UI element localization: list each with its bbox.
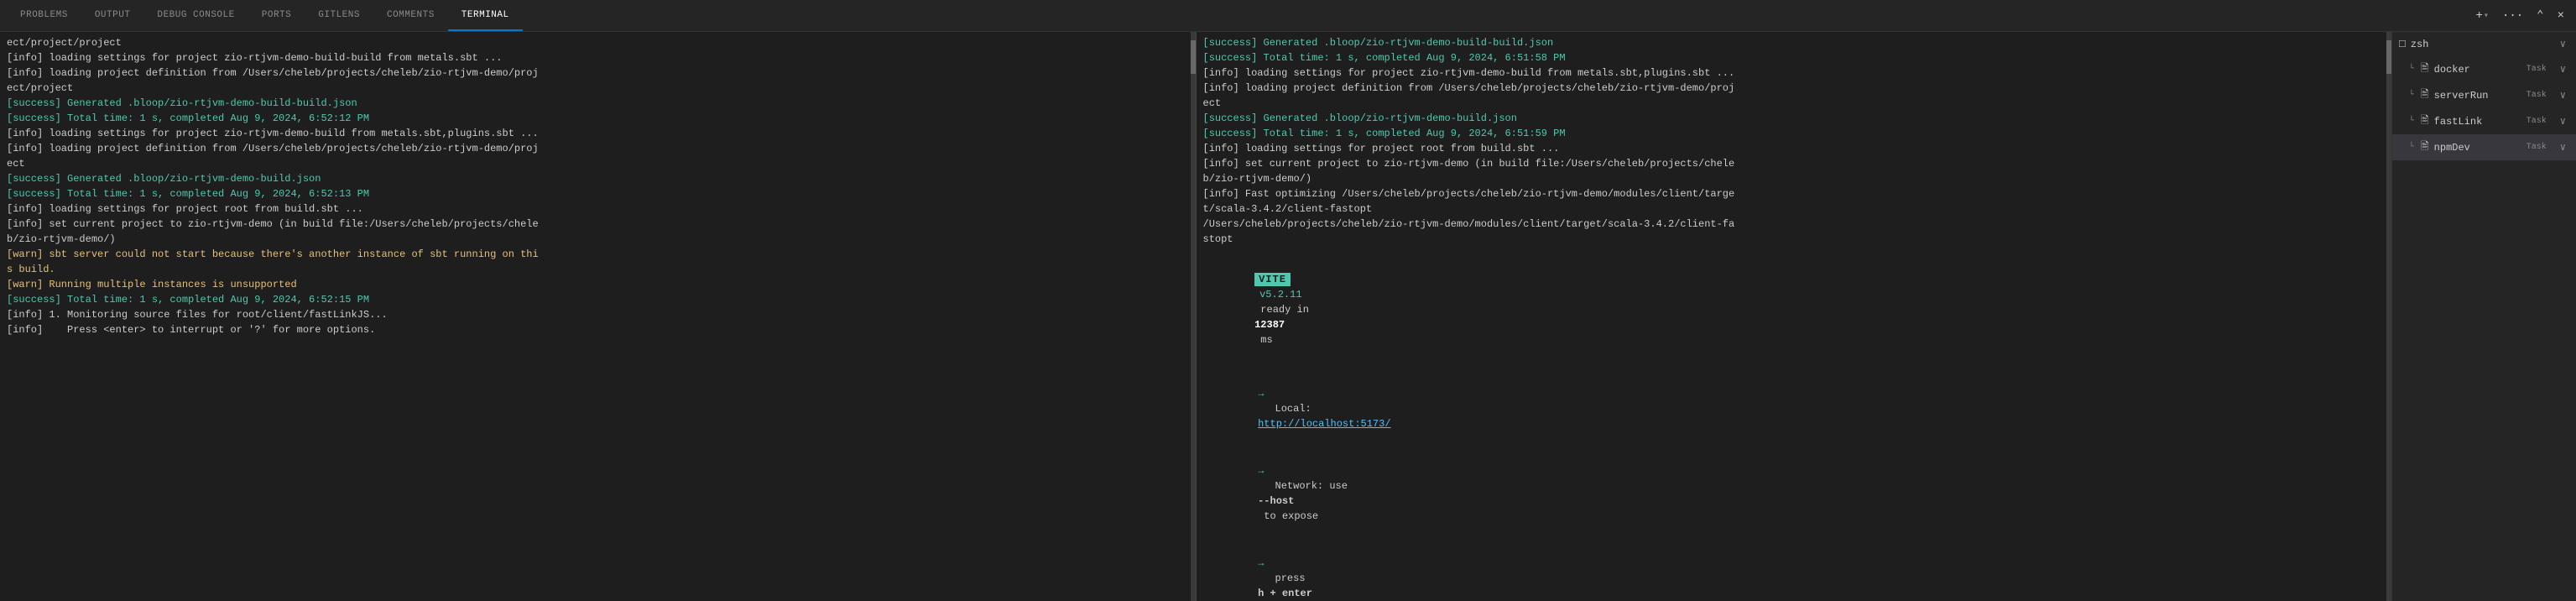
terminal-line: [success] Generated .bloop/zio-rtjvm-dem… xyxy=(7,171,1189,186)
terminal-line: [info] loading settings for project zio-… xyxy=(7,50,1189,65)
right-terminal-pane[interactable]: [success] Generated .bloop/zio-rtjvm-dem… xyxy=(1197,32,2392,601)
terminal-line: [warn] Running multiple instances is uns… xyxy=(7,277,1189,292)
terminal-item-npmdev[interactable]: └ 🖹 npmDev Task ∨ xyxy=(2392,134,2576,160)
right-terminal-content: [success] Generated .bloop/zio-rtjvm-dem… xyxy=(1197,32,2392,601)
terminal-line: [info] set current project to zio-rtjvm-… xyxy=(1203,156,2386,171)
vite-help-line: → press h + enter to show help xyxy=(1203,541,2386,601)
tab-bar-actions: + ▾ ··· ⌃ × xyxy=(2471,5,2570,26)
vite-local-url[interactable]: http://localhost:5173/ xyxy=(1258,418,1390,430)
terminal-line: [success] Total time: 1 s, completed Aug… xyxy=(7,292,1189,307)
right-scrollbar[interactable] xyxy=(2386,32,2391,601)
terminal-item-zsh[interactable]: □ zsh ∨ xyxy=(2392,32,2576,56)
more-actions-button[interactable]: ··· xyxy=(2497,6,2528,26)
terminal-line: [info] Fast optimizing /Users/cheleb/pro… xyxy=(1203,186,2386,201)
add-terminal-button[interactable]: + ▾ xyxy=(2471,6,2494,26)
terminal-file-icon: 🖹 xyxy=(2421,60,2429,78)
terminal-close-button[interactable]: ∨ xyxy=(2557,113,2569,129)
terminal-line: [info] set current project to zio-rtjvm-… xyxy=(7,217,1189,232)
terminal-item-label: docker xyxy=(2434,64,2521,76)
vite-network-cmd: --host xyxy=(1258,495,1294,507)
left-scrollbar[interactable] xyxy=(1191,32,1196,601)
terminal-line: [info] loading settings for project root… xyxy=(1203,141,2386,156)
close-panel-button[interactable]: × xyxy=(2553,6,2569,26)
terminal-item-docker[interactable]: └ 🖹 docker Task ∨ xyxy=(2392,56,2576,82)
terminal-line: [success] Generated .bloop/zio-rtjvm-dem… xyxy=(1203,35,2386,50)
terminal-close-button[interactable]: ∨ xyxy=(2557,36,2569,52)
terminal-line: stopt xyxy=(1203,232,2386,247)
terminal-line: [warn] sbt server could not start becaus… xyxy=(7,247,1189,262)
vite-version: v5.2.11 xyxy=(1259,289,1301,300)
tab-output[interactable]: OUTPUT xyxy=(81,0,144,31)
terminal-line: [info] loading project definition from /… xyxy=(1203,81,2386,96)
terminal-line: [success] Generated .bloop/zio-rtjvm-dem… xyxy=(7,96,1189,111)
terminal-file-icon: 🖹 xyxy=(2421,112,2429,130)
terminal-line: /Users/cheleb/projects/cheleb/zio-rtjvm-… xyxy=(1203,217,2386,232)
terminal-item-label: npmDev xyxy=(2434,142,2521,154)
terminal-close-button[interactable]: ∨ xyxy=(2557,87,2569,103)
terminal-item-fastlink[interactable]: └ 🖹 fastLink Task ∨ xyxy=(2392,108,2576,134)
terminal-item-tag: Task xyxy=(2526,65,2547,74)
terminal-line: [info] loading project definition from /… xyxy=(7,141,1189,156)
terminal-line: ect xyxy=(1203,96,2386,111)
maximize-panel-button[interactable]: ⌃ xyxy=(2532,5,2548,26)
terminal-item-tag: Task xyxy=(2526,143,2547,152)
terminal-item-serverrun[interactable]: └ 🖹 serverRun Task ∨ xyxy=(2392,82,2576,108)
terminal-line: [success] Total time: 1 s, completed Aug… xyxy=(1203,126,2386,141)
vite-label: VITE xyxy=(1254,273,1291,286)
terminal-line: b/zio-rtjvm-demo/) xyxy=(1203,171,2386,186)
terminal-line: ect/project/project xyxy=(7,35,1189,50)
tab-bar: PROBLEMS OUTPUT DEBUG CONSOLE PORTS GITL… xyxy=(0,0,2576,32)
terminal-line: [info] loading settings for project zio-… xyxy=(7,126,1189,141)
terminal-line: [success] Total time: 1 s, completed Aug… xyxy=(1203,50,2386,65)
left-terminal-pane[interactable]: ect/project/project [info] loading setti… xyxy=(0,32,1197,601)
terminal-line: [info] Press <enter> to interrupt or '?'… xyxy=(7,322,1189,337)
terminal-line: s build. xyxy=(7,262,1189,277)
terminal-line: [success] Total time: 1 s, completed Aug… xyxy=(7,186,1189,201)
right-scroll-thumb[interactable] xyxy=(2386,40,2391,74)
terminal-line: t/scala-3.4.2/client-fastopt xyxy=(1203,201,2386,217)
terminal-item-label: zsh xyxy=(2411,39,2552,50)
terminal-line: [info] 1. Monitoring source files for ro… xyxy=(7,307,1189,322)
terminal-file-icon: 🖹 xyxy=(2421,138,2429,156)
terminal-item-tag: Task xyxy=(2526,117,2547,126)
vite-ms: 12387 xyxy=(1254,319,1285,331)
vite-ms-unit: ms xyxy=(1254,334,1273,346)
terminal-item-label: serverRun xyxy=(2434,90,2521,102)
vite-ready-text: ready in xyxy=(1254,304,1315,316)
terminal-file-icon: 🖹 xyxy=(2421,86,2429,104)
tab-comments[interactable]: COMMENTS xyxy=(373,0,448,31)
tab-gitlens[interactable]: GITLENS xyxy=(305,0,373,31)
terminal-line: [info] loading project definition from /… xyxy=(7,65,1189,81)
terminal-line: b/zio-rtjvm-demo/) xyxy=(7,232,1189,247)
terminal-area: ect/project/project [info] loading setti… xyxy=(0,32,2576,601)
terminal-icon: □ xyxy=(2399,38,2406,50)
terminal-line: [success] Generated .bloop/zio-rtjvm-dem… xyxy=(1203,111,2386,126)
left-scroll-thumb[interactable] xyxy=(1191,40,1196,74)
tab-problems[interactable]: PROBLEMS xyxy=(7,0,81,31)
vite-local-line: → Local: http://localhost:5173/ xyxy=(1203,371,2386,447)
terminal-close-button[interactable]: ∨ xyxy=(2557,61,2569,77)
left-terminal-content: ect/project/project [info] loading setti… xyxy=(0,32,1196,601)
terminal-item-label: fastLink xyxy=(2434,116,2521,128)
terminal-item-tag: Task xyxy=(2526,91,2547,100)
terminal-line: ect xyxy=(7,156,1189,171)
terminal-line: ect/project xyxy=(7,81,1189,96)
vite-help-cmd: h + enter xyxy=(1258,588,1312,599)
terminal-line: [info] loading settings for project root… xyxy=(7,201,1189,217)
tab-terminal[interactable]: TERMINAL xyxy=(448,0,523,31)
terminal-close-button[interactable]: ∨ xyxy=(2557,139,2569,155)
terminal-line: [info] loading settings for project zio-… xyxy=(1203,65,2386,81)
terminal-line: [success] Total time: 1 s, completed Aug… xyxy=(7,111,1189,126)
vite-network-line: → Network: use --host to expose xyxy=(1203,448,2386,539)
tab-ports[interactable]: PORTS xyxy=(248,0,305,31)
vite-ready-line: VITE v5.2.11 ready in 12387 ms xyxy=(1203,253,2386,366)
terminal-list-panel: □ zsh ∨ └ 🖹 docker Task ∨ └ 🖹 serverRun … xyxy=(2391,32,2576,601)
tab-debug-console[interactable]: DEBUG CONSOLE xyxy=(143,0,248,31)
